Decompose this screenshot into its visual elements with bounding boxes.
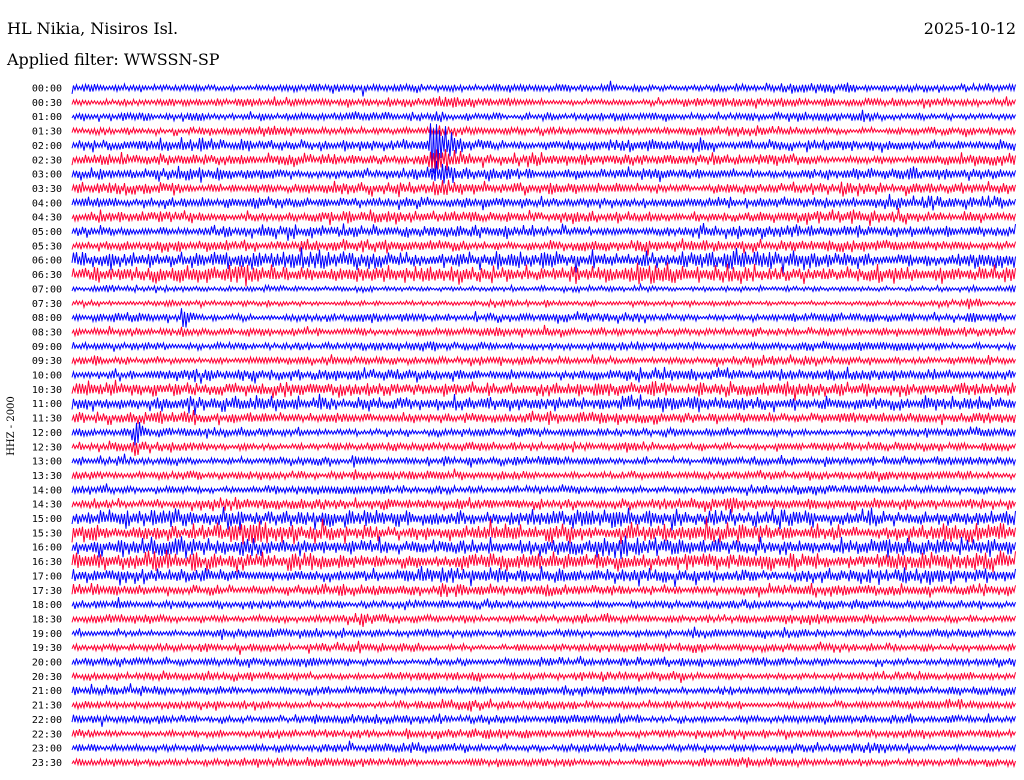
time-label: 13:30 [32,471,62,482]
seismic-trace [71,683,1016,697]
seismic-trace [71,496,1016,513]
time-label: 02:30 [32,155,62,166]
seismic-trace [71,565,1016,588]
seismic-trace [71,297,1016,310]
time-label: 12:00 [32,428,62,439]
time-label: 00:00 [32,84,62,95]
time-label: 15:00 [32,514,62,525]
time-label: 00:30 [32,98,62,109]
seismic-trace [71,193,1016,211]
seismic-trace [71,713,1016,727]
time-label: 05:00 [32,227,62,238]
seismic-trace [71,179,1016,198]
time-label: 08:30 [32,327,62,338]
time-label: 21:30 [32,701,62,712]
time-label: 13:00 [32,457,62,468]
seismic-trace [71,740,1016,754]
time-label: 19:00 [32,629,62,640]
time-labels: 00:00 00:30 01:00 01:30 02:00 02:30 03:00 03:30… [32,84,62,769]
seismic-trace [71,354,1016,368]
time-label: 21:00 [32,686,62,697]
seismic-trace [71,324,1016,338]
seismic-trace [71,379,1016,401]
seismic-trace [71,698,1016,712]
time-label: 18:30 [32,614,62,625]
time-label: 15:30 [32,528,62,539]
seismic-trace [71,109,1016,123]
seismic-trace [71,238,1016,256]
seismic-trace [71,393,1016,416]
seismic-trace [71,96,1016,109]
seismic-trace [71,125,1016,138]
seismic-trace [71,282,1016,295]
time-label: 06:00 [32,256,62,267]
time-label: 11:00 [32,399,62,410]
seismic-trace [71,80,1016,97]
time-label: 17:00 [32,571,62,582]
time-label: 06:30 [32,270,62,281]
seismic-trace [71,483,1016,496]
time-label: 01:30 [32,127,62,138]
time-label: 10:00 [32,371,62,382]
seismogram-plot: 00:00 00:30 01:00 01:30 02:00 02:30 03:00 03:30… [32,80,1016,769]
time-label: 04:30 [32,213,62,224]
time-label: 20:30 [32,672,62,683]
seismic-trace [71,223,1016,241]
seismic-trace [71,247,1016,274]
time-label: 11:30 [32,414,62,425]
seismic-trace [71,670,1016,683]
time-label: 20:00 [32,658,62,669]
seismic-trace [71,468,1016,482]
time-label: 12:30 [32,442,62,453]
seismic-trace [71,535,1016,560]
time-label: 04:00 [32,198,62,209]
time-label: 03:00 [32,170,62,181]
time-label: 22:00 [32,715,62,726]
time-label: 22:30 [32,729,62,740]
time-label: 09:00 [32,342,62,353]
seismic-trace [71,597,1016,612]
seismic-trace [71,262,1016,287]
time-label: 09:30 [32,356,62,367]
time-label: 01:00 [32,112,62,123]
time-label: 03:30 [32,184,62,195]
seismic-trace [71,626,1016,640]
time-label: 08:00 [32,313,62,324]
time-label: 14:00 [32,485,62,496]
time-label: 02:00 [32,141,62,152]
seismic-trace [71,453,1016,468]
time-label: 16:00 [32,543,62,554]
seismic-trace [71,366,1016,384]
time-label: 10:30 [32,385,62,396]
time-label: 17:30 [32,586,62,597]
seismic-trace [71,655,1016,668]
time-label: 23:00 [32,744,62,755]
seismic-trace [71,410,1016,426]
time-label: 23:30 [32,758,62,769]
time-label: 16:30 [32,557,62,568]
time-label: 07:00 [32,284,62,295]
seismic-trace [71,149,1016,171]
seismic-trace [71,208,1016,226]
seismic-trace [71,640,1016,655]
time-label: 05:30 [32,241,62,252]
seismic-trace [71,308,1016,328]
seismic-trace [71,340,1016,353]
seismic-trace [71,613,1016,628]
seismogram-traces [71,80,1016,769]
seismic-trace [71,756,1016,769]
seismic-trace [71,582,1016,598]
seismic-trace [71,421,1016,446]
seismic-trace [71,550,1016,573]
seismic-trace [71,160,1016,184]
time-label: 14:30 [32,500,62,511]
time-label: 19:30 [32,643,62,654]
seismic-trace [71,728,1016,740]
time-label: 18:00 [32,600,62,611]
time-label: 07:30 [32,299,62,310]
seismic-trace [71,440,1016,457]
